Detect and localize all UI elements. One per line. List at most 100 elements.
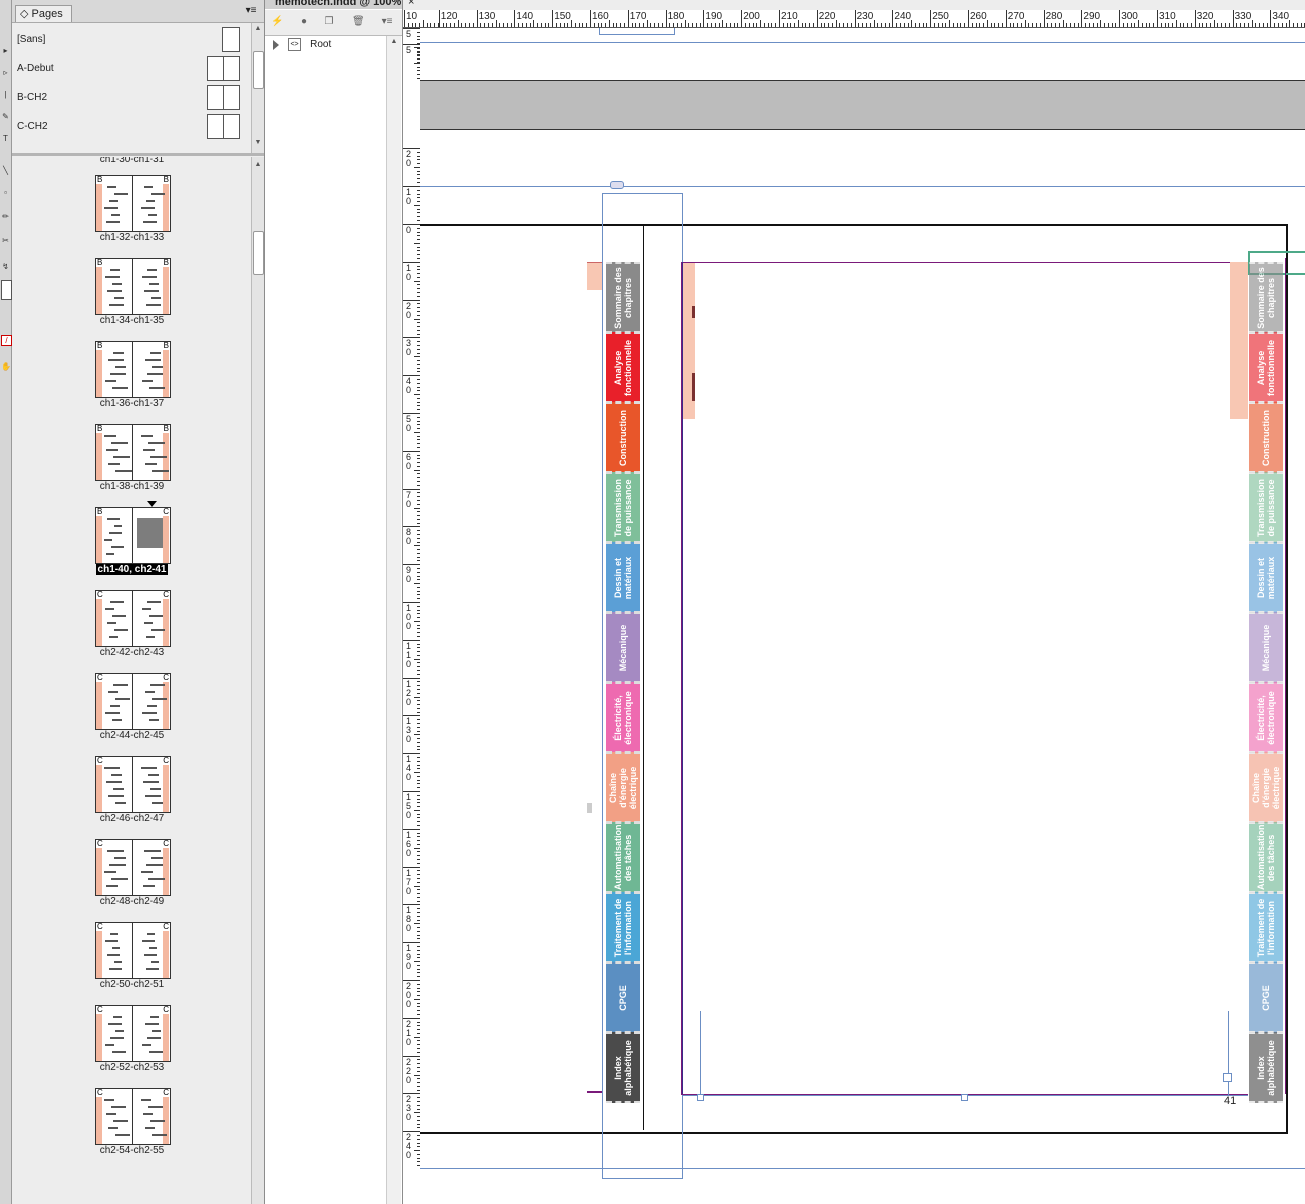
spread-label[interactable]: ch1-38-ch1-39 (72, 481, 192, 492)
spread-label[interactable]: ch2-48-ch2-49 (72, 896, 192, 907)
right-chapter-tab[interactable]: Électricité, électronique (1249, 682, 1283, 753)
master-page-thumbnail[interactable] (223, 114, 240, 139)
spread-label[interactable]: ch1-40, ch2-41 (72, 564, 192, 575)
master-page-thumbnail[interactable] (207, 114, 224, 139)
right-chapter-tab[interactable]: Index alphabétique (1249, 1032, 1283, 1103)
spread-thumbnail[interactable]: BB (95, 424, 171, 481)
scroll-up-icon[interactable]: ▲ (253, 161, 263, 171)
spread-label[interactable]: ch2-44-ch2-45 (72, 730, 192, 741)
spread-label[interactable]: ch1-32-ch1-33 (72, 232, 192, 243)
spread-thumbnail[interactable]: CC (95, 590, 171, 647)
master-page-thumbnail[interactable] (223, 56, 240, 81)
left-chapter-tab[interactable]: Transmission de puissance (606, 472, 640, 543)
left-chapter-tab[interactable]: Dessin et matériaux (606, 542, 640, 613)
circle-icon[interactable]: ● (298, 16, 310, 28)
right-chapter-tab[interactable]: Analyse fonctionnelle (1249, 332, 1283, 403)
left-chapter-tab[interactable]: Chaîne d'énergie électrique (606, 752, 640, 823)
spread-label[interactable]: ch2-52-ch2-53 (72, 1062, 192, 1073)
left-chapter-tab[interactable]: CPGE (606, 962, 640, 1033)
close-document-icon[interactable]: × (408, 0, 414, 8)
lightning-icon[interactable]: ⚡ (271, 16, 283, 28)
spreads-scroll-thumb[interactable] (253, 231, 264, 275)
right-chapter-tab[interactable]: Automatisation des tâches (1249, 822, 1283, 893)
pen-tool-icon[interactable]: ✎ (1, 112, 10, 121)
spread-thumbnail[interactable]: CC (95, 922, 171, 979)
pencil-tool-icon[interactable]: ✏ (1, 212, 10, 221)
spread-label[interactable]: ch1-36-ch1-37 (72, 398, 192, 409)
master-page-thumbnail[interactable] (207, 56, 224, 81)
hand-tool-icon[interactable]: ✋ (1, 362, 11, 371)
pages-tab[interactable]: ◇ Pages (15, 5, 72, 22)
document-tab[interactable]: memotech.indd @ 100% (265, 0, 402, 9)
master-page-thumbnail[interactable] (223, 85, 240, 110)
spread-label[interactable]: ch2-54-ch2-55 (72, 1145, 192, 1156)
rectangle-frame-tool-icon[interactable]: ▫ (1, 188, 10, 197)
vertical-ruler[interactable]: 5520100102030405060708090100110120130140… (403, 28, 421, 1204)
master-row[interactable]: B-CH2 (12, 83, 250, 112)
left-chapter-tab[interactable]: Index alphabétique (606, 1032, 640, 1103)
expand-triangle-icon[interactable] (273, 39, 279, 50)
frame-handle[interactable] (1223, 1073, 1232, 1082)
spread-thumbnail[interactable]: BB (95, 175, 171, 232)
spread-thumbnail[interactable]: CC (95, 756, 171, 813)
master-page-thumbnail[interactable] (222, 27, 240, 52)
scroll-up-icon[interactable]: ▲ (389, 38, 399, 48)
spread-label[interactable]: ch2-46-ch2-47 (72, 813, 192, 824)
structure-root-row[interactable]: <> Root (273, 38, 331, 54)
hamburger-menu-icon[interactable]: ▾≡ (244, 4, 258, 18)
right-chapter-tab[interactable]: Mécanique (1249, 612, 1283, 683)
frame-handle[interactable] (697, 1094, 704, 1101)
masters-scroll-thumb[interactable] (253, 51, 264, 89)
spread-thumbnail[interactable]: BB (95, 341, 171, 398)
left-chapter-tab[interactable]: Analyse fonctionnelle (606, 332, 640, 403)
right-chapter-tab[interactable]: Transmission de puissance (1249, 472, 1283, 543)
masters-scrollbar[interactable]: ▲ ▼ (251, 23, 264, 153)
frame-handle[interactable] (961, 1094, 968, 1101)
scissors-tool-icon[interactable]: ✂ (1, 236, 10, 245)
scroll-up-icon[interactable]: ▲ (253, 25, 263, 35)
right-chapter-tab[interactable]: Sommaire des chapitres (1249, 262, 1283, 333)
horizontal-ruler[interactable]: 10 120 130 140 150 160 170 180 190 200 210 220 230 24… (403, 10, 1305, 28)
panel-menu-icon[interactable]: ▾≡ (378, 16, 396, 28)
right-chapter-tab[interactable]: Construction (1249, 402, 1283, 473)
structure-scrollbar[interactable]: ▲ (386, 36, 401, 1204)
anchor-icon[interactable] (610, 181, 624, 189)
spread-thumbnail[interactable]: CC (95, 673, 171, 730)
spread-thumbnail[interactable]: CC (95, 839, 171, 896)
free-transform-tool-icon[interactable]: ↯ (1, 262, 10, 271)
spread-thumbnail[interactable]: CC (95, 1088, 171, 1145)
panel-divider[interactable] (12, 153, 264, 156)
left-chapter-tab[interactable]: Construction (606, 402, 640, 473)
direct-selection-tool-icon[interactable]: ▸ (1, 46, 10, 55)
master-row[interactable]: C-CH2 (12, 112, 250, 141)
right-chapter-tab[interactable]: CPGE (1249, 962, 1283, 1033)
new-element-icon[interactable]: ❐ (323, 16, 335, 28)
spread-label[interactable]: ch2-42-ch2-43 (72, 647, 192, 658)
left-chapter-tab[interactable]: Sommaire des chapitres (606, 262, 640, 333)
type-tool-icon[interactable]: T (1, 134, 10, 143)
document-canvas[interactable]: 41 Sommaire des chapitres Analyse fonctio… (420, 28, 1305, 1204)
gap-tool-icon[interactable]: | (1, 90, 10, 99)
line-tool-icon[interactable]: ╲ (1, 166, 10, 175)
page-tool-icon[interactable]: ▹ (1, 68, 10, 77)
left-chapter-tab[interactable]: Traitement de l'information (606, 892, 640, 963)
scroll-down-icon[interactable]: ▼ (253, 139, 263, 149)
right-chapter-tab[interactable]: Traitement de l'information (1249, 892, 1283, 963)
right-chapter-tab[interactable]: Chaîne d'énergie électrique (1249, 752, 1283, 823)
master-row[interactable]: [Sans] (12, 25, 250, 54)
spread-label[interactable]: ch1-34-ch1-35 (72, 315, 192, 326)
spread-label[interactable]: ch1-30-ch1-31 (72, 157, 192, 165)
spread-label[interactable]: ch2-50-ch2-51 (72, 979, 192, 990)
spreads-scrollbar[interactable]: ▲ (251, 157, 264, 1204)
left-chapter-tab[interactable]: Électricité, électronique (606, 682, 640, 753)
gradient-tool-icon[interactable] (1, 280, 12, 300)
left-chapter-tab[interactable]: Mécanique (606, 612, 640, 683)
master-row[interactable]: A-Debut (12, 54, 250, 83)
master-page-thumbnail[interactable] (207, 85, 224, 110)
trash-icon[interactable]: 🗑 (352, 16, 365, 28)
left-chapter-tab[interactable]: Automatisation des tâches (606, 822, 640, 893)
spread-thumbnail[interactable]: BB (95, 258, 171, 315)
fill-stroke-icon[interactable]: / (1, 335, 12, 346)
spread-thumbnail[interactable]: CC (95, 1005, 171, 1062)
right-chapter-tab[interactable]: Dessin et matériaux (1249, 542, 1283, 613)
